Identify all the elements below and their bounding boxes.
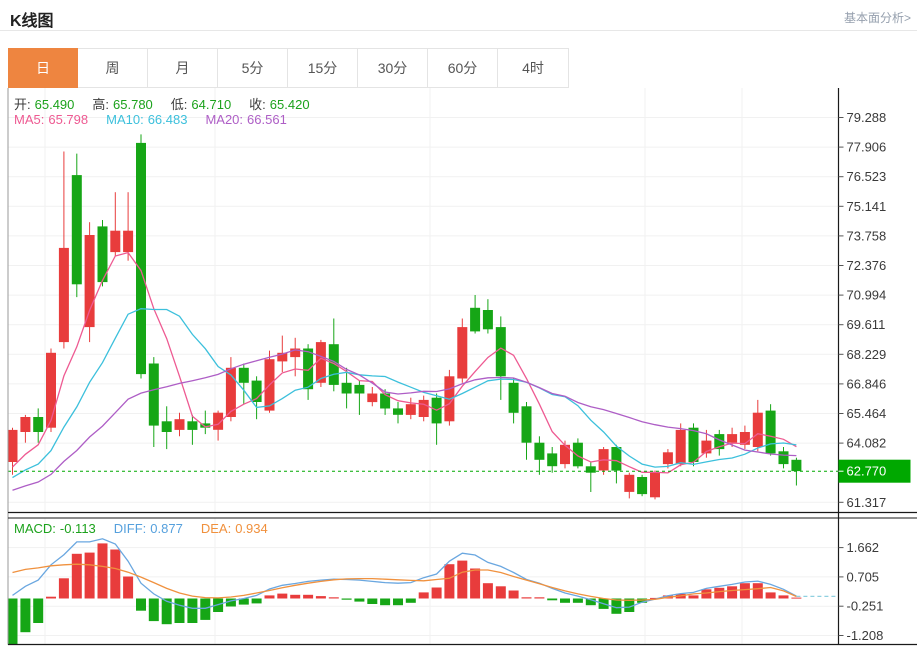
svg-text:62.770: 62.770 — [847, 464, 887, 479]
svg-text:0.705: 0.705 — [847, 569, 880, 584]
ohlc-legend: 开: 65.490 高: 65.780 低:64.710 收: 65.420 — [14, 94, 328, 113]
legend-value: 66.561 — [247, 112, 287, 127]
legend-label: MA5: — [14, 112, 44, 127]
legend-label: MA10: — [106, 112, 144, 127]
svg-text:64.082: 64.082 — [847, 436, 887, 451]
legend-label: 高: — [92, 97, 109, 112]
svg-text:66.846: 66.846 — [847, 376, 887, 391]
legend-value: 65.780 — [113, 97, 153, 112]
svg-text:75.141: 75.141 — [847, 199, 887, 214]
svg-text:61.317: 61.317 — [847, 495, 887, 510]
legend-value: 66.483 — [148, 112, 188, 127]
legend-label: DIFF: — [114, 521, 147, 536]
legend-value: 0.934 — [235, 521, 268, 536]
legend-value: 65.798 — [48, 112, 88, 127]
svg-text:79.288: 79.288 — [847, 110, 887, 125]
macd-legend: MACD: -0.113 DIFF:0.877 DEA: 0.934 — [14, 521, 286, 536]
svg-text:68.229: 68.229 — [847, 347, 887, 362]
legend-value: 65.420 — [270, 97, 310, 112]
svg-text:65.464: 65.464 — [847, 406, 887, 421]
legend-value: 0.877 — [150, 521, 183, 536]
macd-axis: 1.662 0.705 -0.251 -1.208 — [839, 540, 884, 643]
legend-value: 65.490 — [35, 97, 75, 112]
current-price-tag: 62.770 — [839, 460, 911, 483]
legend-label: DEA: — [201, 521, 231, 536]
svg-text:-0.251: -0.251 — [847, 599, 884, 614]
ma20-line — [13, 350, 797, 490]
svg-text:72.376: 72.376 — [847, 258, 887, 273]
legend-label: MA20: — [205, 112, 243, 127]
svg-text:70.994: 70.994 — [847, 288, 887, 303]
legend-label: 低: — [171, 97, 188, 112]
svg-text:-1.208: -1.208 — [847, 628, 884, 643]
legend-value: 64.710 — [191, 97, 231, 112]
kline-widget: K线图 基本面分析> 日周月5分15分30分60分4时 79.28877.906… — [0, 0, 917, 649]
legend-label: 收: — [249, 97, 266, 112]
svg-text:73.758: 73.758 — [847, 228, 887, 243]
legend-label: 开: — [14, 97, 31, 112]
legend-value: -0.113 — [60, 521, 96, 536]
svg-text:77.906: 77.906 — [847, 140, 887, 155]
legend-label: MACD: — [14, 521, 56, 536]
svg-text:76.523: 76.523 — [847, 169, 887, 184]
price-axis: 79.288 77.906 76.523 75.141 73.758 72.376 70.9… — [839, 110, 887, 510]
ma-legend: MA5: 65.798 MA10: 66.483 MA20: 66.561 — [14, 112, 305, 127]
svg-text:69.611: 69.611 — [847, 317, 886, 332]
svg-text:1.662: 1.662 — [847, 540, 880, 555]
